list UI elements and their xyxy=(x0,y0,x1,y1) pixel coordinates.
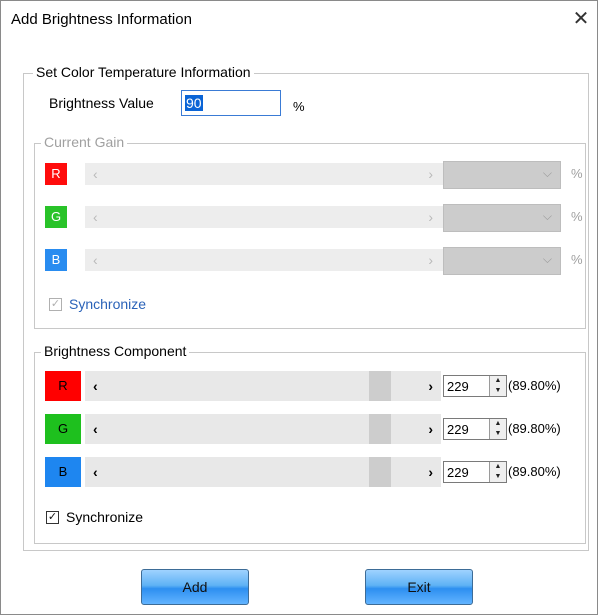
current-gain-sync-label: Synchronize xyxy=(69,296,147,312)
gain-channel-label: R xyxy=(51,166,61,181)
gain-swatch-g: G xyxy=(45,206,67,228)
spin-down-icon[interactable]: ▼ xyxy=(490,472,506,482)
spinner-buttons[interactable]: ▲ ▼ xyxy=(489,419,506,439)
component-percent: (89.80%) xyxy=(508,421,561,436)
gain-combo-g[interactable]: ⌵ xyxy=(443,204,561,232)
brightness-sync-checkbox[interactable]: ✓ xyxy=(46,511,59,524)
chevron-down-icon: ⌵ xyxy=(542,166,552,180)
title-bar: Add Brightness Information ✕ xyxy=(1,1,597,37)
scroll-right-icon[interactable]: › xyxy=(428,414,433,444)
add-button[interactable]: Add xyxy=(141,569,249,605)
gain-slider-r[interactable]: ‹ › xyxy=(85,163,443,185)
scroll-left-icon[interactable]: ‹ xyxy=(93,206,98,228)
scroll-right-icon[interactable]: › xyxy=(428,206,433,228)
component-value-spinner-r[interactable]: 229 ▲ ▼ xyxy=(443,375,507,397)
spin-up-icon[interactable]: ▲ xyxy=(490,419,506,429)
gain-swatch-r: R xyxy=(45,163,67,185)
scroll-left-icon[interactable]: ‹ xyxy=(93,163,98,185)
spinner-buttons[interactable]: ▲ ▼ xyxy=(489,462,506,482)
current-gain-sync-checkbox[interactable]: ✓ xyxy=(49,298,62,311)
slider-thumb[interactable] xyxy=(369,414,391,444)
component-value: 229 xyxy=(447,379,469,394)
scroll-right-icon[interactable]: › xyxy=(428,371,433,401)
component-percent: (89.80%) xyxy=(508,464,561,479)
spin-down-icon[interactable]: ▼ xyxy=(490,386,506,396)
scroll-right-icon[interactable]: › xyxy=(428,163,433,185)
add-brightness-dialog: Add Brightness Information ✕ Set Color T… xyxy=(0,0,598,615)
scroll-left-icon[interactable]: ‹ xyxy=(93,249,98,271)
component-slider-r[interactable]: ‹ › xyxy=(85,371,441,401)
current-gain-legend: Current Gain xyxy=(41,134,128,150)
scroll-right-icon[interactable]: › xyxy=(428,457,433,487)
slider-thumb[interactable] xyxy=(369,457,391,487)
gain-swatch-b: B xyxy=(45,249,67,271)
chevron-down-icon: ⌵ xyxy=(542,252,552,266)
scroll-right-icon[interactable]: › xyxy=(428,249,433,271)
gain-unit: % xyxy=(571,252,583,267)
brightness-value-text: 90 xyxy=(185,95,203,111)
exit-button[interactable]: Exit xyxy=(365,569,473,605)
color-temperature-legend: Set Color Temperature Information xyxy=(33,64,254,80)
spinner-buttons[interactable]: ▲ ▼ xyxy=(489,376,506,396)
brightness-component-legend: Brightness Component xyxy=(41,343,190,359)
gain-channel-label: G xyxy=(50,209,62,224)
brightness-sync-label: Synchronize xyxy=(66,509,144,525)
close-icon[interactable]: ✕ xyxy=(569,7,593,31)
component-value: 229 xyxy=(447,465,469,480)
slider-thumb[interactable] xyxy=(369,371,391,401)
brightness-value-label: Brightness Value xyxy=(49,95,154,111)
component-channel-label: G xyxy=(57,421,69,436)
component-channel-label: R xyxy=(58,378,68,393)
check-icon: ✓ xyxy=(47,511,58,523)
component-swatch-b: B xyxy=(45,457,81,487)
component-channel-label: B xyxy=(58,464,68,479)
component-slider-g[interactable]: ‹ › xyxy=(85,414,441,444)
gain-unit: % xyxy=(571,209,583,224)
component-slider-b[interactable]: ‹ › xyxy=(85,457,441,487)
component-value: 229 xyxy=(447,422,469,437)
scroll-left-icon[interactable]: ‹ xyxy=(93,371,98,401)
gain-combo-r[interactable]: ⌵ xyxy=(443,161,561,189)
brightness-unit: % xyxy=(293,99,305,114)
component-value-spinner-g[interactable]: 229 ▲ ▼ xyxy=(443,418,507,440)
gain-slider-g[interactable]: ‹ › xyxy=(85,206,443,228)
spin-up-icon[interactable]: ▲ xyxy=(490,376,506,386)
component-percent: (89.80%) xyxy=(508,378,561,393)
component-swatch-r: R xyxy=(45,371,81,401)
component-swatch-g: G xyxy=(45,414,81,444)
scroll-left-icon[interactable]: ‹ xyxy=(93,457,98,487)
brightness-value-input[interactable]: 90 xyxy=(181,90,281,116)
component-value-spinner-b[interactable]: 229 ▲ ▼ xyxy=(443,461,507,483)
gain-channel-label: B xyxy=(51,252,61,267)
chevron-down-icon: ⌵ xyxy=(542,209,552,223)
gain-unit: % xyxy=(571,166,583,181)
gain-combo-b[interactable]: ⌵ xyxy=(443,247,561,275)
spin-up-icon[interactable]: ▲ xyxy=(490,462,506,472)
spin-down-icon[interactable]: ▼ xyxy=(490,429,506,439)
check-icon: ✓ xyxy=(50,298,61,310)
window-title: Add Brightness Information xyxy=(11,11,192,28)
gain-slider-b[interactable]: ‹ › xyxy=(85,249,443,271)
scroll-left-icon[interactable]: ‹ xyxy=(93,414,98,444)
